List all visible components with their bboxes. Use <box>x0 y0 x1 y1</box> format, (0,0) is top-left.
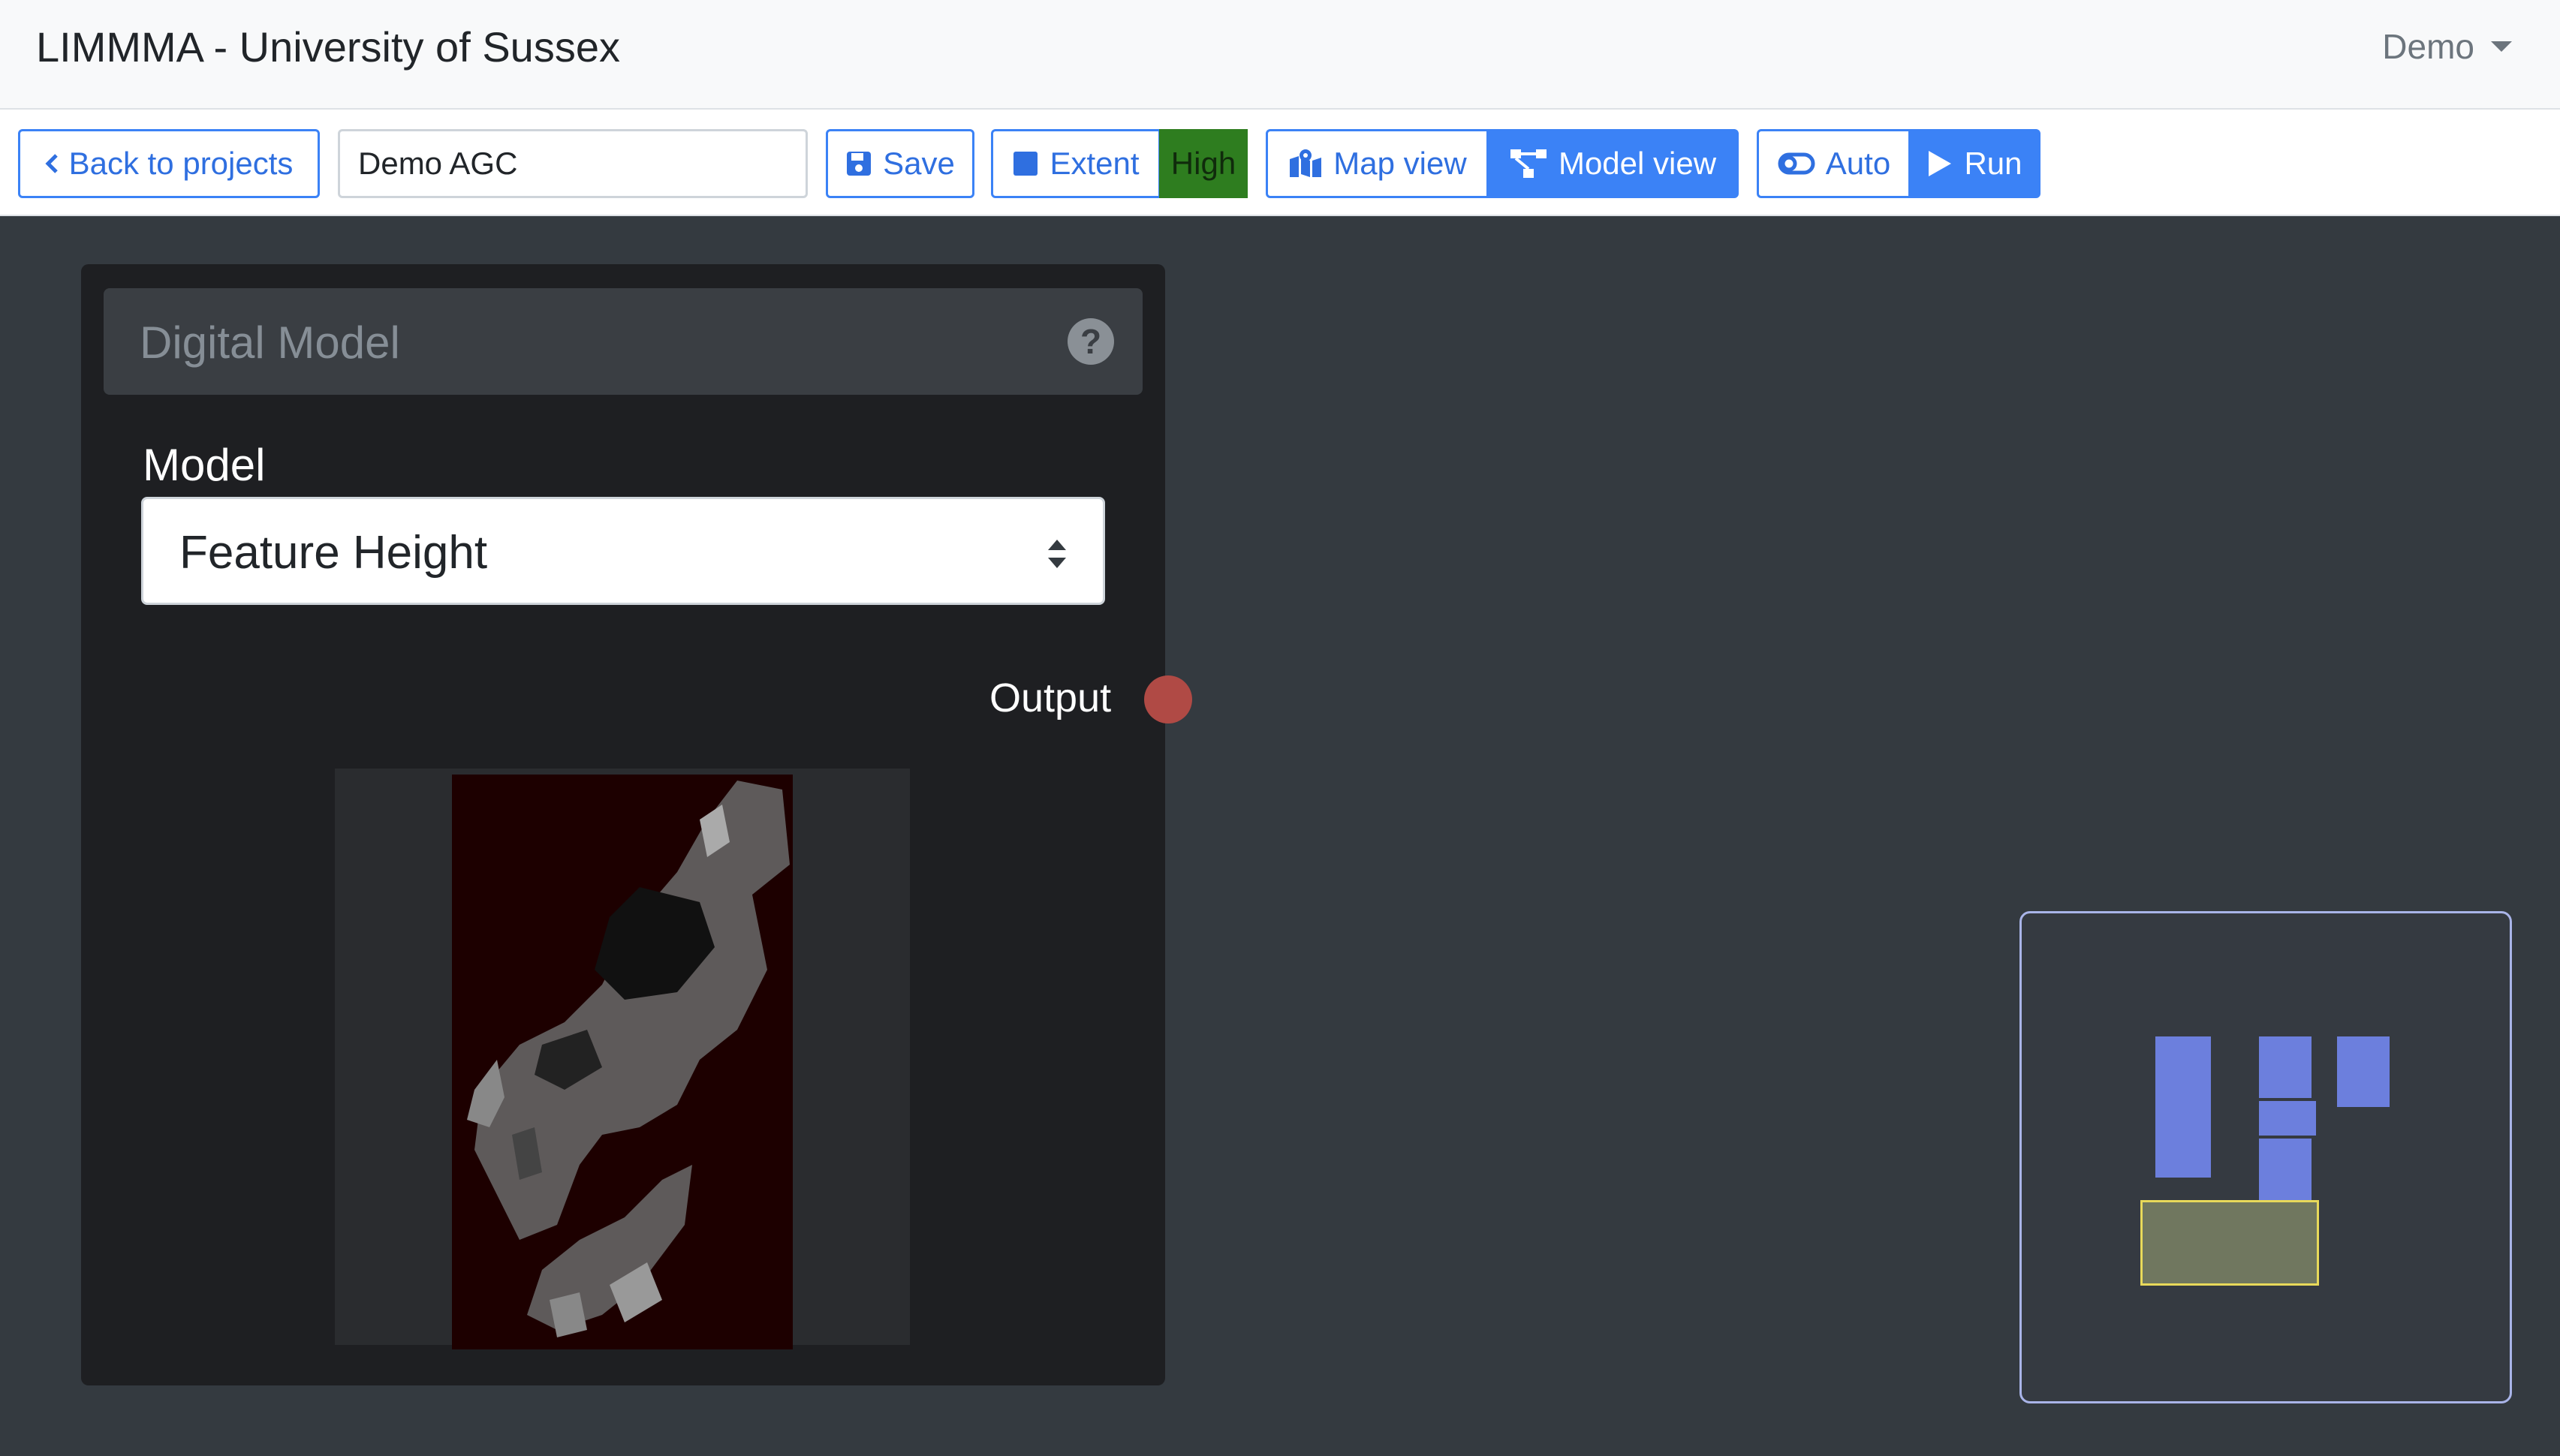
minimap-node <box>2259 1036 2312 1098</box>
model-view-label: Model view <box>1558 146 1717 181</box>
auto-toggle-button[interactable]: Auto <box>1757 129 1911 198</box>
model-field-label: Model <box>143 440 266 490</box>
sort-arrows-icon <box>1048 540 1066 568</box>
raster-preview-frame <box>335 769 910 1349</box>
map-marker-icon <box>1290 149 1322 177</box>
run-button[interactable]: Run <box>1908 129 2040 198</box>
chevron-left-icon <box>45 154 58 173</box>
save-button[interactable]: Save <box>826 129 974 198</box>
node-title: Digital Model <box>140 317 400 368</box>
model-view-button[interactable]: Model view <box>1486 129 1739 198</box>
square-icon <box>1013 152 1038 176</box>
node-header[interactable]: Digital Model ? <box>104 288 1143 395</box>
sitemap-icon <box>1510 149 1547 178</box>
floppy-disk-icon <box>847 152 872 176</box>
extent-label: Extent <box>1050 146 1140 181</box>
top-navbar: LIMMMA - University of Sussex Demo <box>0 0 2560 110</box>
model-select-value: Feature Height <box>179 527 488 579</box>
model-select[interactable]: Feature Height <box>141 497 1105 605</box>
play-icon <box>1929 151 1952 176</box>
back-to-projects-button[interactable]: Back to projects <box>18 129 320 198</box>
output-label: Output <box>989 675 1112 720</box>
map-view-button[interactable]: Map view <box>1266 129 1489 198</box>
app-title[interactable]: LIMMMA - University of Sussex <box>36 21 620 74</box>
auto-label: Auto <box>1825 146 1891 181</box>
run-label: Run <box>1964 146 2022 181</box>
output-port[interactable] <box>1144 675 1192 723</box>
toggle-icon <box>1778 152 1815 175</box>
project-name-input[interactable] <box>338 129 808 198</box>
back-to-projects-label: Back to projects <box>68 146 294 181</box>
user-menu[interactable]: Demo <box>2382 24 2512 69</box>
minimap-node <box>2155 1036 2211 1178</box>
minimap-node <box>2259 1139 2312 1202</box>
save-label: Save <box>883 146 955 181</box>
map-view-label: Map view <box>1333 146 1467 181</box>
feature-height-raster-preview <box>452 775 793 1349</box>
quality-badge: High <box>1159 129 1248 198</box>
digital-model-node[interactable]: Digital Model ? Model Feature Height Out… <box>81 264 1192 1385</box>
extent-button[interactable]: Extent <box>991 129 1161 198</box>
question-circle-icon[interactable]: ? <box>1068 318 1114 365</box>
minimap-viewport[interactable] <box>2140 1200 2319 1286</box>
canvas-minimap[interactable] <box>2019 911 2512 1403</box>
minimap-node <box>2337 1036 2390 1107</box>
user-menu-label: Demo <box>2382 27 2474 66</box>
project-toolbar: Back to projects Save Extent High Map vi… <box>0 110 2560 216</box>
caret-down-icon <box>2491 41 2512 52</box>
minimap-node <box>2259 1101 2316 1136</box>
